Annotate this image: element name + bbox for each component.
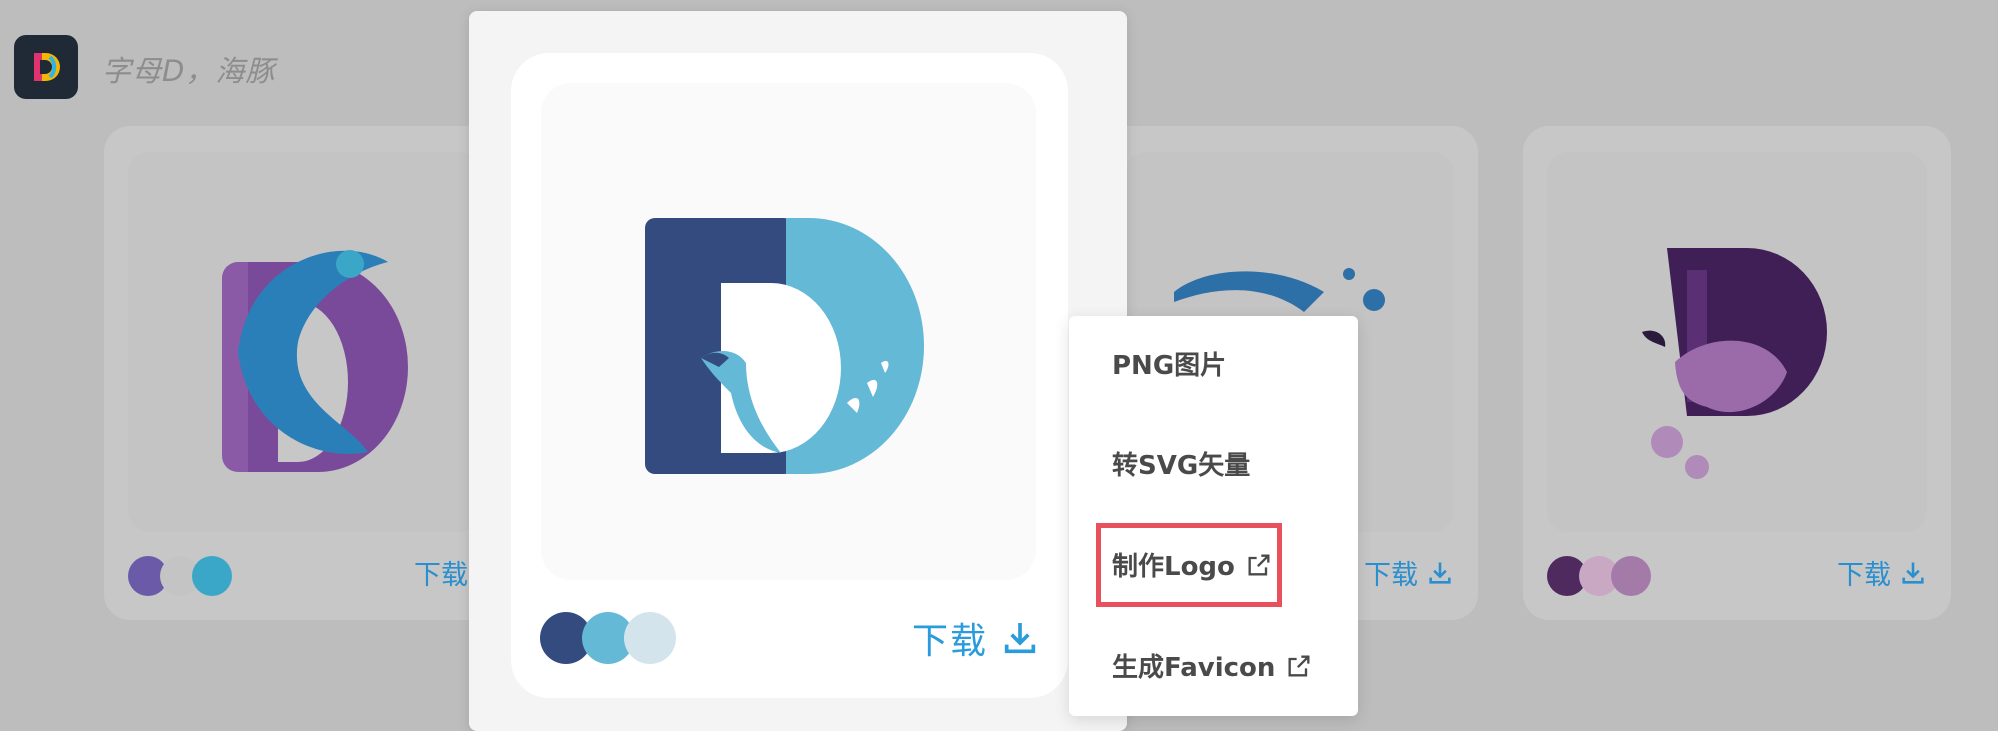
download-label: 下载: [1837, 560, 1891, 591]
menu-item-svg[interactable]: 转SVG矢量: [1112, 445, 1250, 482]
download-button[interactable]: 下载: [414, 553, 468, 592]
menu-item-label: PNG图片: [1112, 351, 1227, 381]
logo-purple-dolphin-d-icon: [222, 250, 408, 472]
menu-item-label: 转SVG矢量: [1112, 451, 1251, 481]
highlight-box: [1096, 523, 1282, 607]
menu-item-png[interactable]: PNG图片: [1112, 345, 1226, 382]
download-options-menu: PNG图片 转SVG矢量 制作Logo 生成Favicon: [1069, 316, 1358, 716]
logo-card[interactable]: 下载: [104, 126, 504, 620]
app-logo[interactable]: [14, 35, 78, 99]
download-button[interactable]: 下载: [1837, 553, 1927, 592]
logo-card[interactable]: 下载: [1523, 126, 1951, 620]
search-query-text: 字母D，海豚: [102, 54, 276, 88]
download-label: 下载: [912, 621, 989, 662]
menu-item-label: 生成Favicon: [1112, 653, 1276, 683]
focused-logo-thumbnail: [541, 83, 1036, 580]
download-button[interactable]: 下载: [912, 612, 1040, 664]
logo-dark-purple-dolphin-d-icon: [1642, 248, 1827, 479]
color-swatch: [624, 612, 676, 664]
logo-thumbnail: [1547, 152, 1927, 532]
download-button[interactable]: 下载: [1364, 553, 1454, 592]
color-swatches: [128, 556, 238, 596]
color-swatch: [1611, 556, 1651, 596]
color-swatches: [540, 612, 680, 664]
logo-d-icon: [34, 53, 60, 81]
download-icon: [1004, 623, 1036, 654]
external-link-icon: [1288, 655, 1310, 676]
color-swatches: [1547, 556, 1657, 596]
logo-d-dolphin-icon: [645, 218, 924, 474]
logo-thumbnail: [128, 152, 480, 532]
download-icon: [1902, 562, 1924, 584]
download-icon: [1429, 562, 1451, 584]
download-label: 下载: [1364, 560, 1418, 591]
menu-item-favicon[interactable]: 生成Favicon: [1112, 647, 1313, 684]
download-label: 下载: [414, 560, 468, 591]
color-swatch: [192, 556, 232, 596]
